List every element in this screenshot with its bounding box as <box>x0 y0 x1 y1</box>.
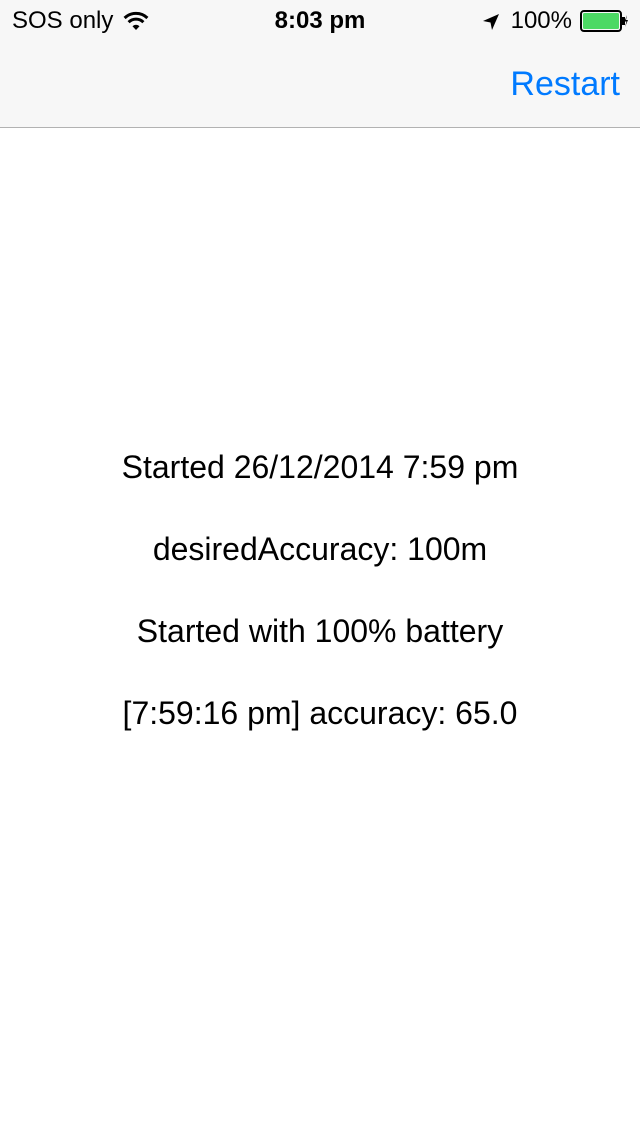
log-line-accuracy-reading: [7:59:16 pm] accuracy: 65.0 <box>122 695 518 731</box>
log-output: Started 26/12/2014 7:59 pm desiredAccura… <box>0 444 640 772</box>
battery-percent: 100% <box>510 7 572 34</box>
app-screen: SOS only 8:03 pm 100% Restart Started 26… <box>0 0 640 1136</box>
battery-icon <box>580 10 628 32</box>
restart-button[interactable]: Restart <box>510 62 620 106</box>
location-arrow-icon <box>481 11 501 31</box>
log-line-started: Started 26/12/2014 7:59 pm <box>121 449 519 485</box>
status-bar: SOS only 8:03 pm 100% <box>0 0 640 40</box>
log-line-battery: Started with 100% battery <box>136 613 504 649</box>
navigation-bar: SOS only 8:03 pm 100% Restart <box>0 0 640 128</box>
log-line-desired-accuracy: desiredAccuracy: 100m <box>152 531 488 567</box>
status-right-group: 100% <box>481 6 628 36</box>
